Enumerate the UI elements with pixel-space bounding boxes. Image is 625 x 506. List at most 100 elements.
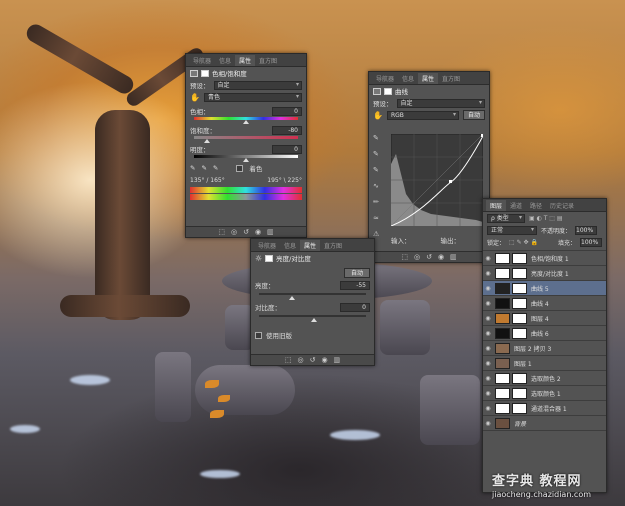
layer-row[interactable]: ◉ 通道混合器 1 bbox=[483, 401, 606, 416]
contrast-field[interactable]: 0 bbox=[340, 302, 370, 312]
lightness-field[interactable]: 0 bbox=[272, 144, 302, 154]
channel-select[interactable]: RGB bbox=[386, 110, 459, 120]
visibility-eye-icon[interactable]: ◉ bbox=[483, 270, 493, 277]
layer-mask-thumbnail[interactable] bbox=[512, 297, 527, 309]
tab-properties[interactable]: 属性 bbox=[418, 73, 439, 84]
layer-row[interactable]: ◉ 图层 1 bbox=[483, 356, 606, 371]
filter-kind-select[interactable]: ρ 类型 bbox=[487, 213, 525, 223]
delete-icon[interactable]: ▥ bbox=[450, 253, 457, 261]
layer-mask-thumbnail[interactable] bbox=[512, 312, 527, 324]
layer-row[interactable]: ◉ 亮度/对比度 1 bbox=[483, 266, 606, 281]
visibility-icon[interactable]: ◉ bbox=[255, 228, 261, 236]
visibility-eye-icon[interactable]: ◉ bbox=[483, 255, 493, 262]
hue-slider-thumb[interactable] bbox=[243, 120, 249, 124]
tab-channels[interactable]: 通道 bbox=[506, 200, 526, 211]
brightness-slider[interactable] bbox=[251, 293, 374, 301]
tab-properties[interactable]: 属性 bbox=[235, 55, 256, 66]
layer-mask-thumbnail[interactable] bbox=[512, 387, 527, 399]
layer-mask-thumbnail[interactable] bbox=[512, 282, 527, 294]
tab-paths[interactable]: 路径 bbox=[526, 200, 546, 211]
tab-layers[interactable]: 图层 bbox=[486, 200, 507, 211]
layer-row[interactable]: ◉ 图层 2 拷贝 3 bbox=[483, 341, 606, 356]
eyedropper-gray-icon[interactable]: ✎ bbox=[373, 150, 383, 158]
saturation-field[interactable]: -80 bbox=[272, 125, 302, 135]
opacity-field[interactable]: 100% bbox=[575, 225, 598, 235]
tab-info[interactable]: 信息 bbox=[398, 73, 418, 84]
tab-histogram[interactable]: 直方图 bbox=[320, 240, 346, 251]
hue-range-bar[interactable] bbox=[190, 187, 302, 193]
tab-histogram[interactable]: 直方图 bbox=[438, 73, 464, 84]
clip-to-layer-icon[interactable]: ⬚ bbox=[218, 228, 225, 236]
hue-slider[interactable] bbox=[186, 117, 306, 124]
tab-navigator[interactable]: 导航器 bbox=[254, 240, 280, 251]
colorize-checkbox[interactable] bbox=[236, 164, 244, 172]
visibility-eye-icon[interactable]: ◉ bbox=[483, 405, 493, 412]
visibility-eye-icon[interactable]: ◉ bbox=[483, 315, 493, 322]
lightness-slider-thumb[interactable] bbox=[243, 158, 249, 162]
layer-row[interactable]: ◉ 色相/饱和度 1 bbox=[483, 251, 606, 266]
curves-graph[interactable] bbox=[391, 134, 483, 226]
reset-icon[interactable]: ↺ bbox=[310, 356, 316, 364]
layer-mask-thumbnail[interactable] bbox=[512, 372, 527, 384]
eyedropper-white-icon[interactable]: ✎ bbox=[373, 166, 383, 174]
contrast-slider[interactable] bbox=[251, 315, 374, 323]
tab-navigator[interactable]: 导航器 bbox=[372, 73, 398, 84]
blend-mode-select[interactable]: 正常 bbox=[487, 225, 537, 235]
curve-point-icon[interactable]: ∿ bbox=[373, 182, 383, 190]
eyedropper-icon[interactable]: ✎ bbox=[190, 164, 195, 172]
brightness-slider-thumb[interactable] bbox=[289, 296, 295, 300]
visibility-eye-icon[interactable]: ◉ bbox=[483, 375, 493, 382]
lock-icons[interactable]: ⬚ ✎ ✥ 🔒 bbox=[509, 239, 538, 246]
layer-row[interactable]: ◉ 曲线 5 bbox=[483, 281, 606, 296]
visibility-eye-icon[interactable]: ◉ bbox=[483, 345, 493, 352]
visibility-icon[interactable]: ◉ bbox=[438, 253, 444, 261]
layer-row[interactable]: ◉ 图层 4 bbox=[483, 311, 606, 326]
delete-icon[interactable]: ▥ bbox=[267, 228, 274, 236]
visibility-eye-icon[interactable]: ◉ bbox=[483, 360, 493, 367]
delete-icon[interactable]: ▥ bbox=[334, 356, 341, 364]
smooth-icon[interactable]: ≈ bbox=[373, 214, 383, 222]
view-previous-icon[interactable]: ◎ bbox=[231, 228, 237, 236]
fill-field[interactable]: 100% bbox=[580, 237, 602, 247]
clip-to-layer-icon[interactable]: ⬚ bbox=[285, 356, 292, 364]
reset-icon[interactable]: ↺ bbox=[426, 253, 432, 261]
lightness-slider[interactable] bbox=[186, 155, 306, 162]
visibility-eye-icon[interactable]: ◉ bbox=[483, 390, 493, 397]
tab-properties[interactable]: 属性 bbox=[300, 240, 321, 251]
layer-row[interactable]: ◉ 背景 bbox=[483, 416, 606, 431]
tab-histogram[interactable]: 直方图 bbox=[255, 55, 281, 66]
auto-button[interactable]: 自动 bbox=[462, 110, 485, 120]
tab-navigator[interactable]: 导航器 bbox=[189, 55, 215, 66]
hue-field[interactable]: 0 bbox=[272, 106, 302, 116]
eyedropper-plus-icon[interactable]: ✎ bbox=[201, 164, 206, 172]
layer-mask-thumbnail[interactable] bbox=[512, 327, 527, 339]
filter-icons[interactable]: ▣ ◐ T ⬚ ▤ bbox=[529, 215, 563, 222]
visibility-eye-icon[interactable]: ◉ bbox=[483, 420, 493, 427]
reset-icon[interactable]: ↺ bbox=[243, 228, 249, 236]
view-previous-icon[interactable]: ◎ bbox=[297, 356, 303, 364]
layer-mask-thumbnail[interactable] bbox=[512, 267, 527, 279]
contrast-slider-thumb[interactable] bbox=[311, 318, 317, 322]
layer-row[interactable]: ◉ 曲线 6 bbox=[483, 326, 606, 341]
layer-row[interactable]: ◉ 曲线 4 bbox=[483, 296, 606, 311]
channel-select[interactable]: 青色 bbox=[203, 92, 302, 102]
preset-select[interactable]: 自定 bbox=[396, 98, 485, 108]
hand-tool-icon[interactable]: ✋ bbox=[190, 93, 200, 102]
visibility-eye-icon[interactable]: ◉ bbox=[483, 300, 493, 307]
tab-history[interactable]: 历史记录 bbox=[546, 200, 578, 211]
layer-row[interactable]: ◉ 选取颜色 2 bbox=[483, 371, 606, 386]
legacy-checkbox[interactable] bbox=[255, 331, 262, 339]
hand-tool-icon[interactable]: ✋ bbox=[373, 111, 383, 120]
layer-row[interactable]: ◉ 选取颜色 1 bbox=[483, 386, 606, 401]
brightness-field[interactable]: -55 bbox=[340, 280, 370, 290]
eyedropper-black-icon[interactable]: ✎ bbox=[373, 134, 383, 142]
saturation-slider[interactable] bbox=[186, 136, 306, 143]
visibility-icon[interactable]: ◉ bbox=[321, 356, 327, 364]
visibility-eye-icon[interactable]: ◉ bbox=[483, 285, 493, 292]
tab-info[interactable]: 信息 bbox=[215, 55, 235, 66]
visibility-eye-icon[interactable]: ◉ bbox=[483, 330, 493, 337]
layer-mask-thumbnail[interactable] bbox=[512, 252, 527, 264]
pencil-icon[interactable]: ✏ bbox=[373, 198, 383, 206]
tab-info[interactable]: 信息 bbox=[280, 240, 300, 251]
layer-mask-thumbnail[interactable] bbox=[512, 402, 527, 414]
